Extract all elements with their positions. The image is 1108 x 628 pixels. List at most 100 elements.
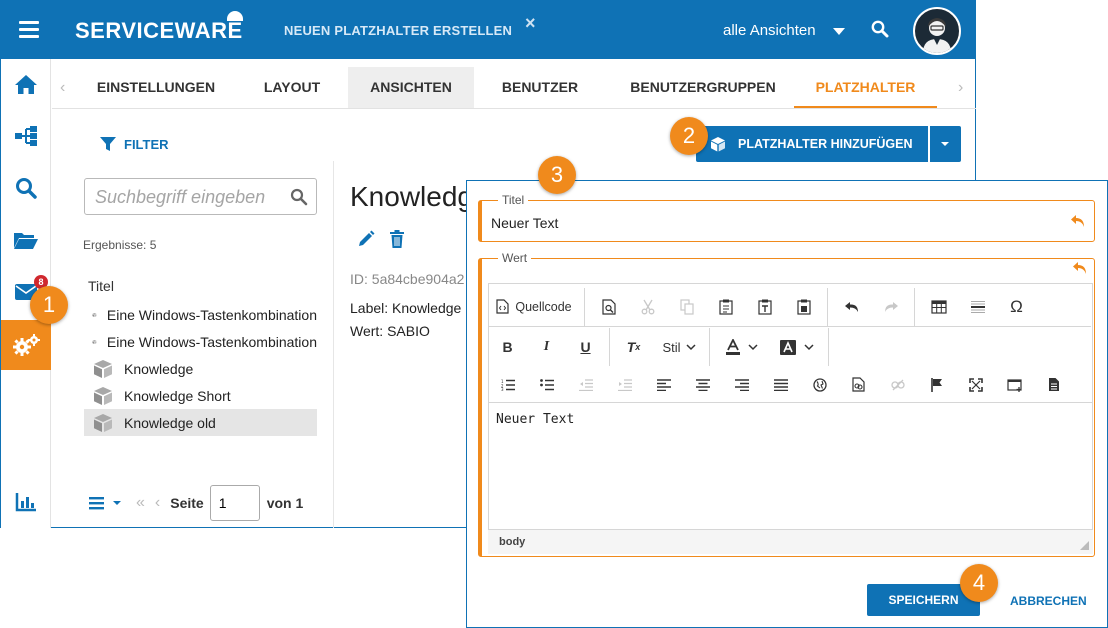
copy-icon[interactable]	[667, 292, 706, 322]
title-input[interactable]: Neuer Text	[491, 215, 558, 231]
tab-benutzer[interactable]: BENUTZER	[480, 67, 600, 108]
remove-format-icon[interactable]: Tx	[614, 332, 653, 362]
align-center-icon[interactable]	[683, 370, 722, 400]
add-placeholder-dropdown[interactable]	[930, 126, 961, 162]
underline-icon[interactable]: U	[566, 332, 605, 362]
menu-icon[interactable]	[19, 21, 39, 39]
first-page-icon[interactable]: «	[136, 494, 145, 512]
sidebar-item-search[interactable]	[1, 163, 51, 213]
insert-block-icon[interactable]	[995, 370, 1034, 400]
search-icon[interactable]	[871, 20, 889, 43]
paste-word-icon[interactable]	[784, 292, 823, 322]
search-icon[interactable]	[290, 188, 308, 211]
text-color-dropdown[interactable]	[714, 332, 769, 362]
previous-page-icon[interactable]: ‹	[155, 494, 160, 512]
sidebar-item-folders[interactable]	[1, 215, 51, 265]
sidebar-item-settings[interactable]	[1, 320, 51, 370]
style-label: Stil	[662, 339, 681, 355]
page-label: Seite	[170, 495, 204, 511]
search-field	[84, 178, 317, 215]
tab-platzhalter[interactable]: PLATZHALTER	[794, 67, 937, 108]
template-icon[interactable]	[1034, 370, 1073, 400]
chevron-down-icon	[747, 343, 758, 350]
maximize-icon[interactable]	[956, 370, 995, 400]
page-total-label: von 1	[266, 495, 304, 511]
cancel-button[interactable]: ABBRECHEN	[1010, 594, 1087, 608]
search-icon	[16, 178, 37, 199]
reset-icon[interactable]	[1070, 214, 1086, 228]
list-column-header[interactable]: Titel	[88, 278, 114, 294]
special-char-icon[interactable]: Ω	[997, 292, 1036, 322]
list-item[interactable]: Knowledge Short	[84, 382, 317, 409]
list-item[interactable]: Eine Windows-Tastenkombination	[84, 328, 317, 355]
add-placeholder-button[interactable]: PLATZHALTER HINZUFÜGEN	[696, 126, 928, 162]
editor-content-area[interactable]: Neuer Text	[488, 402, 1093, 529]
paste-icon[interactable]	[706, 292, 745, 322]
editor-status-bar: body	[488, 529, 1093, 554]
editor-text: Neuer Text	[496, 412, 575, 427]
caret-down-icon[interactable]	[112, 498, 122, 508]
element-path[interactable]: body	[499, 536, 525, 548]
background-color-dropdown[interactable]	[769, 332, 824, 362]
pagination: « ‹ Seite von 1	[88, 485, 303, 521]
tab-ansichten[interactable]: ANSICHTEN	[348, 67, 474, 108]
sidebar-item-home[interactable]	[1, 59, 51, 109]
tab-benutzergruppen[interactable]: BENUTZERGRUPPEN	[608, 67, 798, 108]
redo-icon[interactable]	[871, 292, 910, 322]
views-dropdown[interactable]: alle Ansichten	[723, 22, 816, 39]
outdent-icon[interactable]	[566, 370, 605, 400]
add-placeholder-label: PLATZHALTER HINZUFÜGEN	[738, 137, 913, 151]
justify-icon[interactable]	[761, 370, 800, 400]
tabs-scroll-right-icon[interactable]: ›	[958, 79, 963, 97]
folder-open-icon	[14, 233, 38, 249]
close-tab-icon[interactable]: ×	[525, 13, 536, 34]
reset-icon[interactable]	[1072, 261, 1088, 275]
user-avatar[interactable]	[913, 7, 961, 55]
list-menu-icon[interactable]	[88, 495, 106, 511]
cut-icon[interactable]	[628, 292, 667, 322]
list-item-label: Eine Windows-Tastenkombination	[106, 333, 317, 350]
paste-text-icon[interactable]	[745, 292, 784, 322]
table-icon[interactable]	[919, 292, 958, 322]
toolbar-separator	[709, 328, 710, 366]
detail-value: Wert: SABIO	[350, 323, 430, 339]
tabs-scroll-left-icon[interactable]: ‹	[60, 79, 65, 97]
list-item[interactable]: Knowledge	[84, 355, 317, 382]
sidebar-item-structure[interactable]	[1, 111, 51, 161]
step-callout-4: 4	[960, 564, 998, 602]
caret-down-icon[interactable]	[833, 28, 845, 35]
sidebar-item-reports[interactable]	[1, 477, 51, 527]
undo-icon[interactable]	[832, 292, 871, 322]
preview-icon[interactable]	[589, 292, 628, 322]
filter-button[interactable]: FILTER	[100, 136, 169, 152]
tab-layout[interactable]: LAYOUT	[242, 67, 342, 108]
link-icon[interactable]	[800, 370, 839, 400]
list-item[interactable]: Eine Windows-Tastenkombination	[84, 301, 317, 328]
indent-icon[interactable]	[605, 370, 644, 400]
bold-icon[interactable]: B	[488, 332, 527, 362]
step-callout-2: 2	[670, 117, 708, 155]
align-left-icon[interactable]	[644, 370, 683, 400]
unlink-icon[interactable]	[878, 370, 917, 400]
style-dropdown[interactable]: Stil	[653, 332, 705, 362]
filter-icon	[100, 137, 116, 151]
align-right-icon[interactable]	[722, 370, 761, 400]
bullet-list-icon[interactable]	[527, 370, 566, 400]
tab-einstellungen[interactable]: EINSTELLUNGEN	[80, 67, 232, 108]
document-tab-title[interactable]: NEUEN PLATZHALTER ERSTELLEN	[284, 23, 512, 38]
toolbar-separator	[609, 328, 610, 366]
toolbar-row: 123	[488, 367, 1091, 402]
insert-link-icon[interactable]	[839, 370, 878, 400]
italic-icon[interactable]: I	[527, 332, 566, 362]
list-item-selected[interactable]: Knowledge old	[84, 409, 317, 436]
source-button[interactable]: Quellcode	[488, 292, 580, 322]
search-input[interactable]	[95, 186, 285, 208]
resize-handle-icon[interactable]	[1080, 541, 1089, 550]
horizontal-line-icon[interactable]	[958, 292, 997, 322]
page-number-input[interactable]	[209, 485, 260, 521]
numbered-list-icon[interactable]: 123	[488, 370, 527, 400]
anchor-flag-icon[interactable]	[917, 370, 956, 400]
pencil-icon[interactable]	[357, 230, 375, 248]
detail-actions	[357, 230, 405, 248]
trash-icon[interactable]	[389, 230, 405, 248]
